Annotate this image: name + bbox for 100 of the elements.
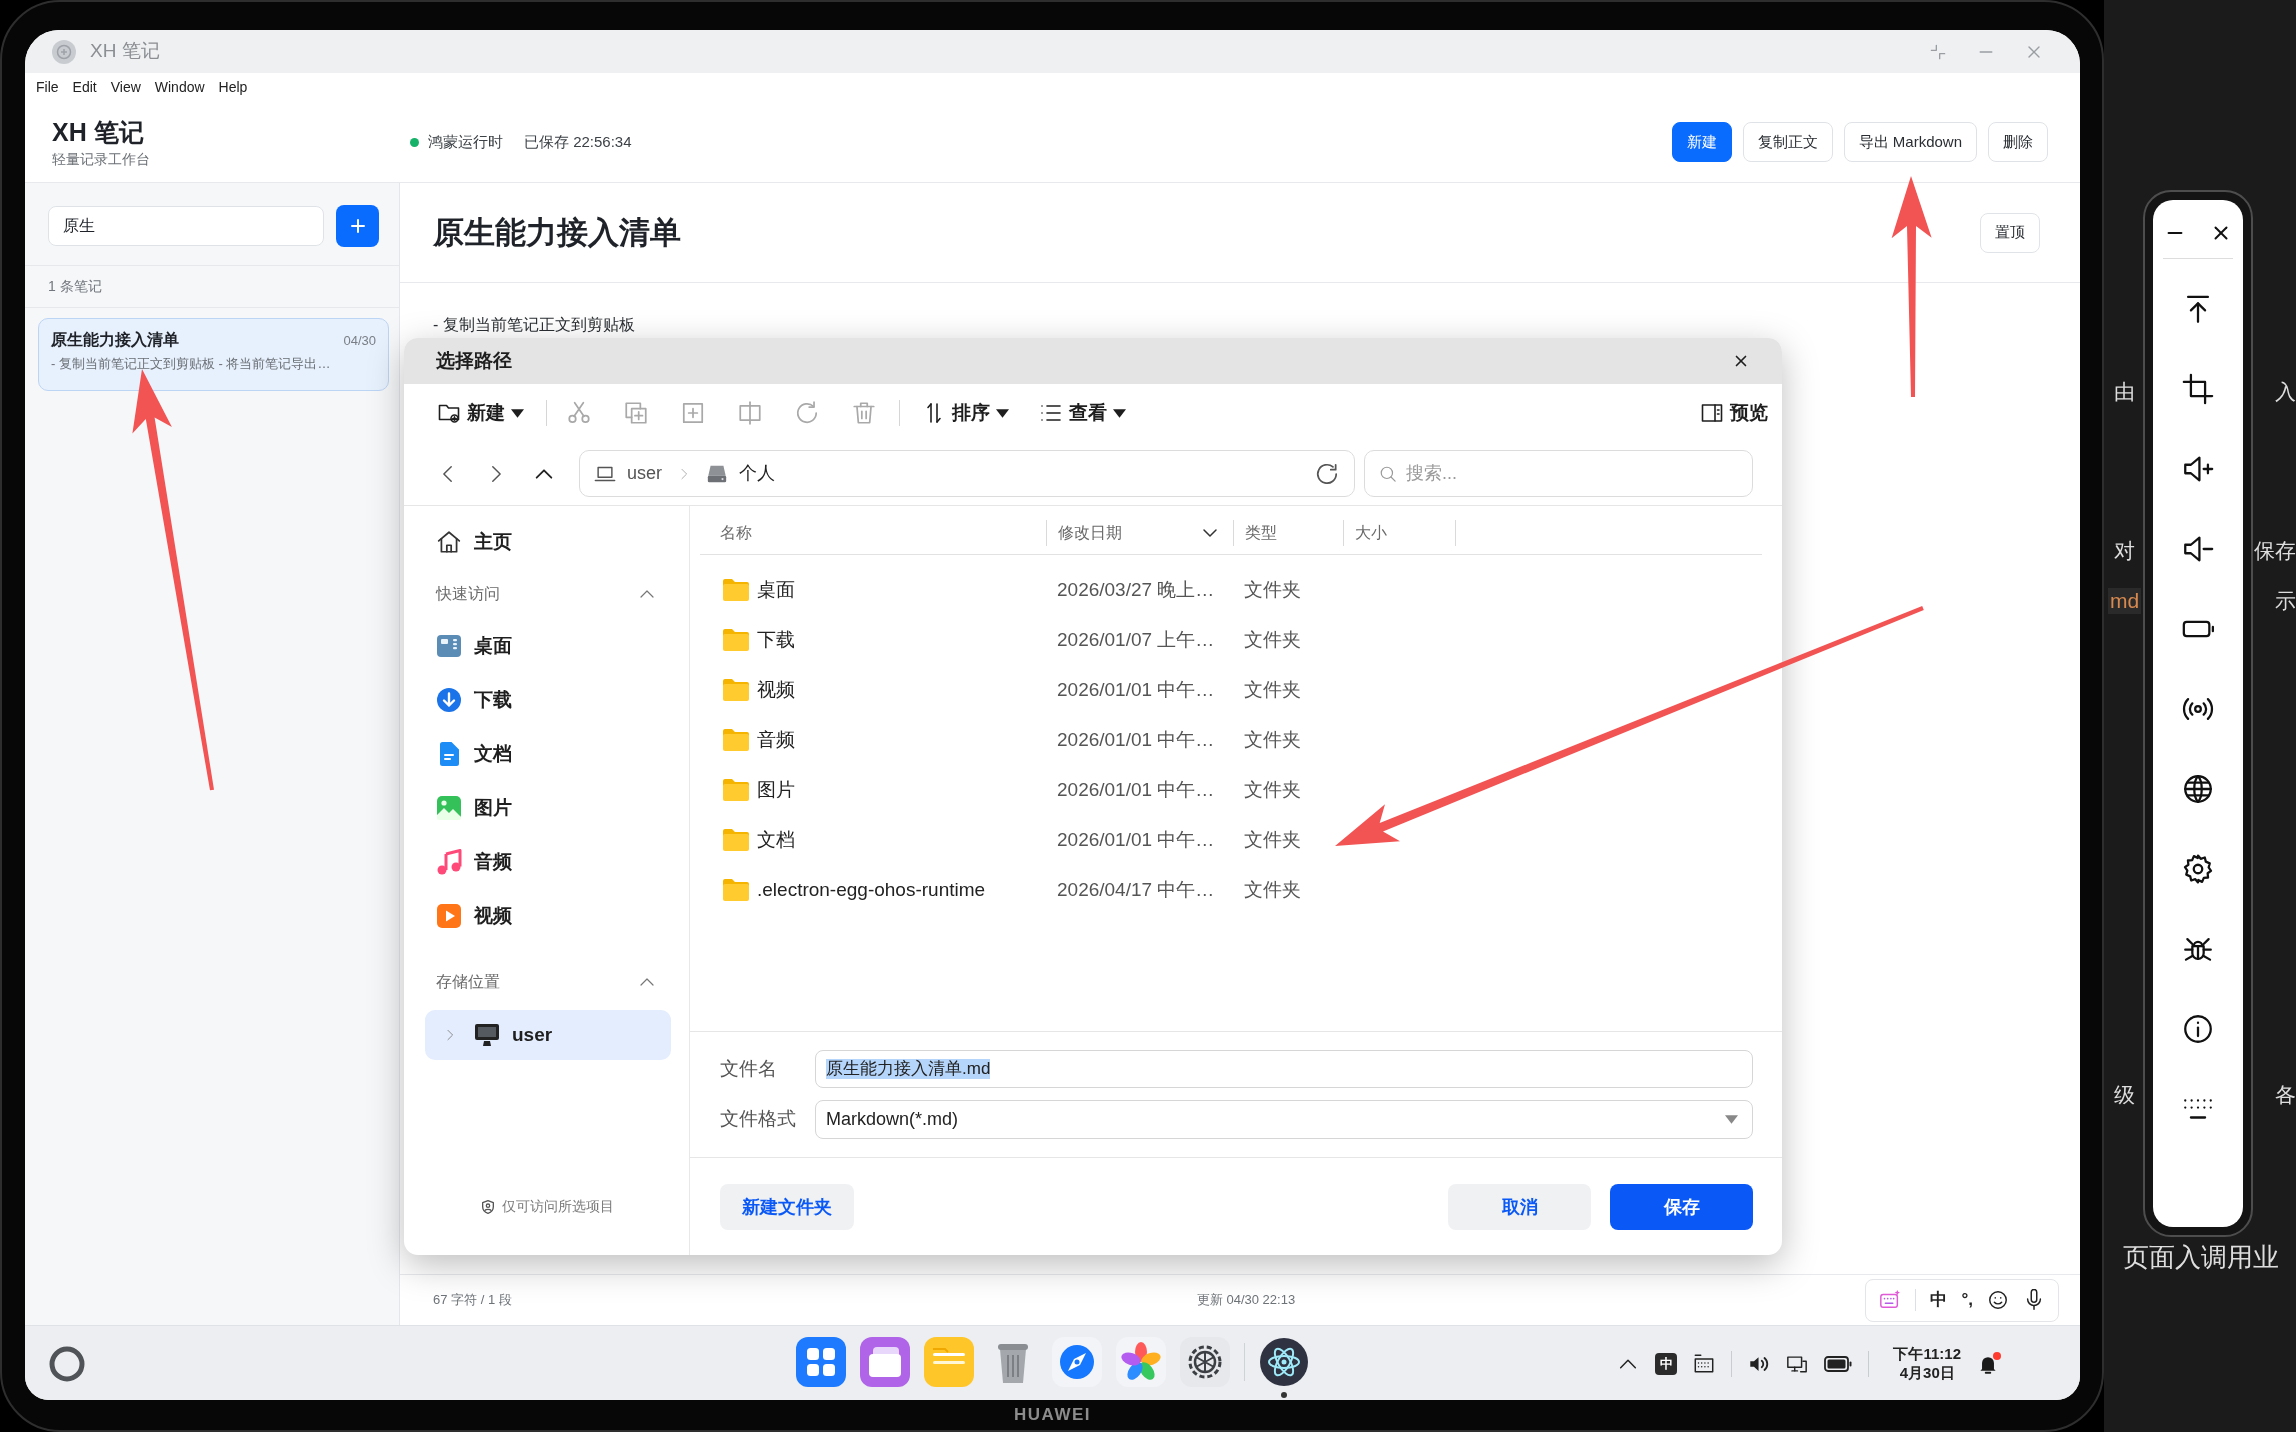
flower-app-icon[interactable] [1116,1337,1166,1387]
file-name[interactable]: .electron-egg-ohos-runtime [757,878,986,902]
monitor-icon [474,1022,500,1048]
caret-icon [511,408,524,418]
globe-icon[interactable] [2181,772,2215,806]
input-method-indicator[interactable]: 中 [1655,1352,1678,1375]
note-card[interactable]: 原生能力接入清单 04/30 - 复制当前笔记正文到剪贴板 - 将当前笔记导出… [38,318,389,391]
nav-item[interactable]: 音频 [404,835,689,889]
dialog-button[interactable]: 新建文件夹 [720,1183,854,1230]
file-name[interactable]: 音频 [757,728,795,752]
play-icon [436,903,462,929]
action-button[interactable]: 新建 [1671,122,1732,162]
file-type: 文件夹 [1244,878,1301,902]
file-name[interactable]: 下载 [757,628,795,652]
menu-item[interactable]: File [36,79,59,96]
folder-icon [722,828,750,852]
column-header[interactable]: 名称 [700,519,1046,546]
nav-item[interactable]: user [425,1010,671,1060]
background-text: 对 [2114,538,2135,564]
folder-icon [722,578,750,602]
action-button[interactable]: 复制正文 [1742,122,1833,162]
language-toggle[interactable]: 中 [1930,1289,1948,1311]
folder-icon [722,728,750,752]
background-text: 由 [2114,379,2135,405]
column-header[interactable]: 修改日期 [1046,519,1233,546]
keyboard-icon[interactable] [1693,1352,1716,1375]
file-type: 文件夹 [1244,578,1301,602]
modified-date: 2026/01/01 中午… [1057,828,1215,852]
preview-button[interactable]: 预览 [1696,393,1772,433]
ring-icon[interactable] [49,1345,85,1382]
clock-date[interactable]: 4月30日 [1899,1363,1955,1383]
format-select[interactable]: Markdown(*.md) [815,1100,1753,1139]
desktop-icon [436,633,462,659]
atom-app-icon[interactable] [1259,1337,1309,1387]
column-header[interactable]: 大小 [1343,519,1456,546]
breadcrumb-item[interactable]: 个人 [739,462,775,485]
file-name[interactable]: 图片 [757,778,795,802]
punctuation-toggle[interactable]: °, [1961,1289,1973,1311]
note-excerpt: - 复制当前笔记正文到剪贴板 - 将当前笔记导出… [51,356,331,372]
menu-item[interactable]: Help [218,79,248,96]
save-status: 已保存 22:56:34 [524,133,632,151]
menu-item[interactable]: View [110,79,141,96]
sort-menu-button[interactable]: 排序 [918,393,1013,433]
add-button[interactable] [336,205,379,247]
dialog-button[interactable]: 保存 [1610,1183,1753,1230]
section-title: 快速访问 [436,584,500,604]
app-name: XH 笔记 [52,116,144,147]
battery-icon[interactable] [1824,1355,1853,1372]
emoji-icon[interactable] [1987,1289,2009,1311]
column-header[interactable]: 类型 [1233,519,1343,546]
folder-icon [722,628,750,652]
window-title: XH 笔记 [90,40,160,63]
pin-button[interactable]: 置顶 [1980,212,2040,253]
background-text: 示 [2275,588,2296,614]
file-name[interactable]: 视频 [757,678,795,702]
background-text: 入 [2275,379,2296,405]
cards-app-icon[interactable] [860,1337,910,1387]
background-text: 级 [2114,1082,2135,1108]
dialog-button[interactable]: 取消 [1448,1183,1591,1230]
clock-time[interactable]: 下午11:12 [1893,1344,1961,1364]
field-label: 文件名 [720,1057,777,1081]
file-type: 文件夹 [1244,828,1301,852]
gear-app-icon[interactable] [1180,1337,1230,1387]
compass-app-icon[interactable] [1052,1337,1102,1387]
app-icon [52,39,76,64]
note-heading: 原生能力接入清单 [433,213,681,252]
nav-item[interactable]: 图片 [404,781,689,835]
breadcrumb-item[interactable]: user [627,462,662,485]
crop-icon[interactable] [2181,372,2215,406]
file-type: 文件夹 [1244,728,1301,752]
view-menu-button[interactable]: 查看 [1035,393,1130,433]
filename-field[interactable]: 原生能力接入清单.md [815,1050,1753,1088]
new-menu-button[interactable]: 新建 [433,393,528,433]
address-bar[interactable]: user 个人 [579,450,1355,497]
menu-item[interactable]: Edit [72,79,97,96]
app-subtitle: 轻量记录工作台 [52,150,150,168]
modified-date: 2026/01/07 上午… [1057,628,1215,652]
nav-item[interactable]: 主页 [404,515,689,569]
nav-item[interactable]: 视频 [404,889,689,943]
action-button[interactable]: 导出 Markdown [1843,122,1977,162]
nav-item[interactable]: 文档 [404,727,689,781]
menu-item[interactable]: Window [154,79,205,96]
nav-item[interactable]: 桌面 [404,619,689,673]
image-icon [436,795,462,821]
home-icon [436,529,462,555]
background-text: 页面入调用业 [2123,1242,2279,1274]
info-icon[interactable] [2181,1012,2215,1046]
file-type: 文件夹 [1244,678,1301,702]
grid-app-icon[interactable] [796,1337,846,1387]
file-name[interactable]: 文档 [757,828,795,852]
search-field[interactable]: 原生 [48,206,325,246]
note-count: 1 条笔记 [48,278,102,295]
caret-icon [996,408,1009,418]
modified-date: 2026/01/01 中午… [1057,678,1215,702]
modified-date: 2026/01/01 中午… [1057,778,1215,802]
folder-icon [722,778,750,802]
action-button[interactable]: 删除 [1988,122,2048,162]
settings-icon[interactable] [2181,852,2215,886]
file-name[interactable]: 桌面 [757,578,795,602]
nav-item[interactable]: 下载 [404,673,689,727]
